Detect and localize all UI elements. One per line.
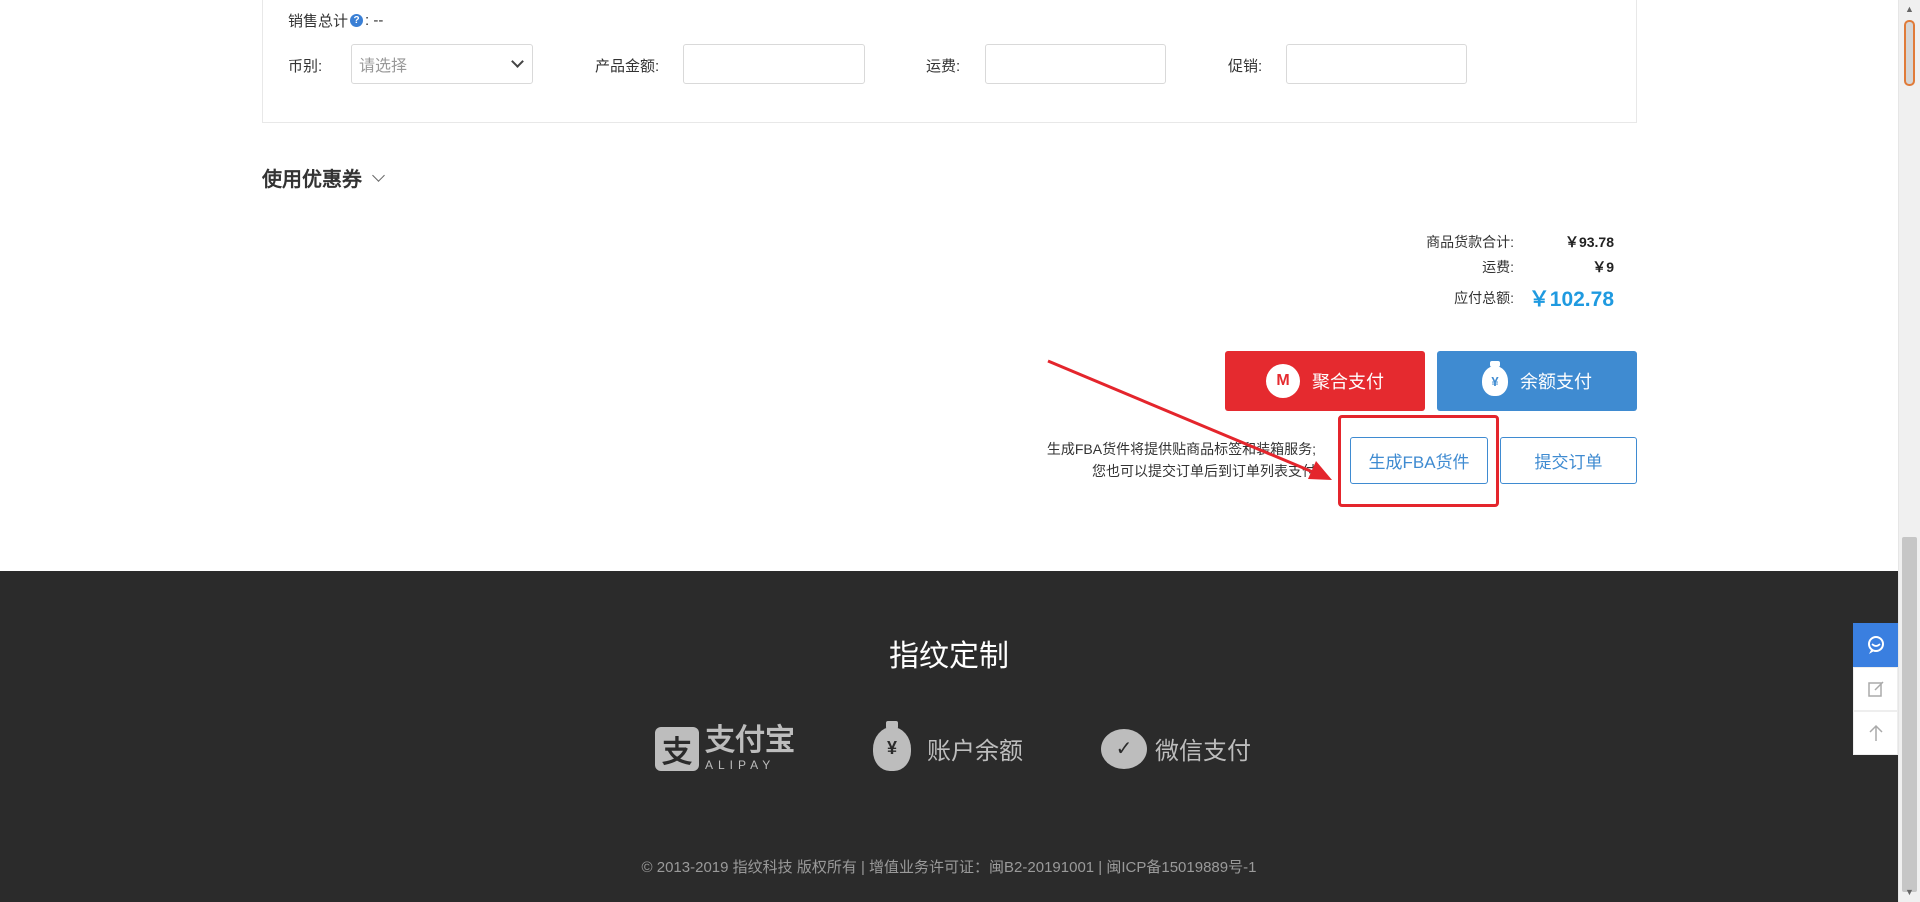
- wechat-pay-logo: ✓ 微信支付: [1101, 728, 1251, 769]
- wechat-pay-label: 微信支付: [1155, 738, 1251, 765]
- goods-total-label: 商品货款合计:: [1426, 234, 1514, 250]
- balance-pay-label: 余额支付: [1520, 372, 1592, 392]
- footer: 指纹定制 支 支付宝 ALIPAY ¥ 账户余额 ✓ 微信支付 © 2013-2…: [0, 571, 1898, 902]
- product-amount-input[interactable]: [683, 44, 865, 84]
- coupon-label: 使用优惠券: [262, 169, 362, 191]
- alipay-logo: 支 支付宝 ALIPAY: [655, 726, 795, 771]
- promotion-input[interactable]: [1286, 44, 1467, 84]
- wechat-icon: ✓: [1101, 728, 1147, 769]
- scroll-thumb[interactable]: [1902, 537, 1917, 892]
- account-balance-logo: ¥ 账户余额: [873, 720, 1023, 771]
- footer-title: 指纹定制: [889, 640, 1009, 673]
- scroll-up-icon[interactable]: ▲: [1905, 4, 1914, 14]
- currency-label: 币别:: [288, 58, 323, 75]
- alipay-icon: 支: [655, 726, 699, 771]
- scroll-down-icon[interactable]: ▼: [1905, 887, 1914, 897]
- page-scrollbar[interactable]: ▲ ▼: [1898, 0, 1920, 902]
- product-amount-label: 产品金额:: [595, 58, 660, 75]
- sales-total-label: 销售总计: [288, 13, 349, 30]
- goods-total-value: ￥93.78: [1564, 234, 1614, 250]
- arrow-up-icon[interactable]: [1853, 711, 1898, 755]
- edit-icon[interactable]: [1853, 667, 1898, 711]
- annotation-arrow-icon: [1047, 359, 1332, 480]
- chevron-down-icon: [372, 168, 385, 182]
- payable-value: ￥102.78: [1528, 288, 1614, 311]
- currency-select[interactable]: 请选择: [351, 44, 533, 84]
- alipay-cn-text: 支付宝: [705, 724, 795, 757]
- sales-total-value: : --: [365, 12, 384, 29]
- promotion-label: 促销:: [1228, 58, 1263, 75]
- main-content: 销售总计 ? : -- 币别: 请选择 产品金额: 运费: 促销: 使用优惠券 …: [0, 0, 1898, 571]
- summary-goods-total: 商品货款合计: ￥93.78: [1426, 232, 1614, 252]
- sales-total: 销售总计 ? : --: [288, 10, 383, 31]
- currency-select-value: 请选择: [359, 58, 408, 75]
- summary-payable: 应付总额: ￥102.78: [1454, 283, 1614, 313]
- payable-label: 应付总额:: [1454, 290, 1514, 306]
- summary-shipping: 运费: ￥9: [1482, 257, 1614, 277]
- summary-shipping-label: 运费:: [1482, 259, 1514, 275]
- money-bag-icon: ¥: [873, 720, 911, 771]
- shipping-input[interactable]: [985, 44, 1166, 84]
- annotation-highlight-box: [1338, 415, 1499, 507]
- payment-methods: 支 支付宝 ALIPAY ¥ 账户余额 ✓ 微信支付: [655, 720, 1329, 771]
- chevron-down-icon: [511, 55, 524, 68]
- question-icon[interactable]: ?: [350, 14, 364, 27]
- coupon-toggle[interactable]: 使用优惠券: [262, 163, 385, 192]
- submit-button-label: 提交订单: [1534, 453, 1603, 472]
- chat-icon[interactable]: [1853, 623, 1898, 667]
- balance-pay-button[interactable]: ¥ 余额支付: [1437, 351, 1637, 411]
- scroll-marker: [1904, 20, 1915, 86]
- account-balance-label: 账户余额: [927, 738, 1023, 765]
- alipay-en-text: ALIPAY: [705, 758, 776, 772]
- copyright: © 2013-2019 指纹科技 版权所有 | 增值业务许可证：闽B2-2019…: [641, 859, 1257, 876]
- summary-shipping-value: ￥9: [1592, 259, 1614, 275]
- submit-order-button[interactable]: 提交订单: [1500, 437, 1637, 484]
- shipping-label: 运费:: [926, 58, 961, 75]
- money-bag-icon: ¥: [1482, 361, 1508, 396]
- side-toolbar: [1853, 623, 1898, 755]
